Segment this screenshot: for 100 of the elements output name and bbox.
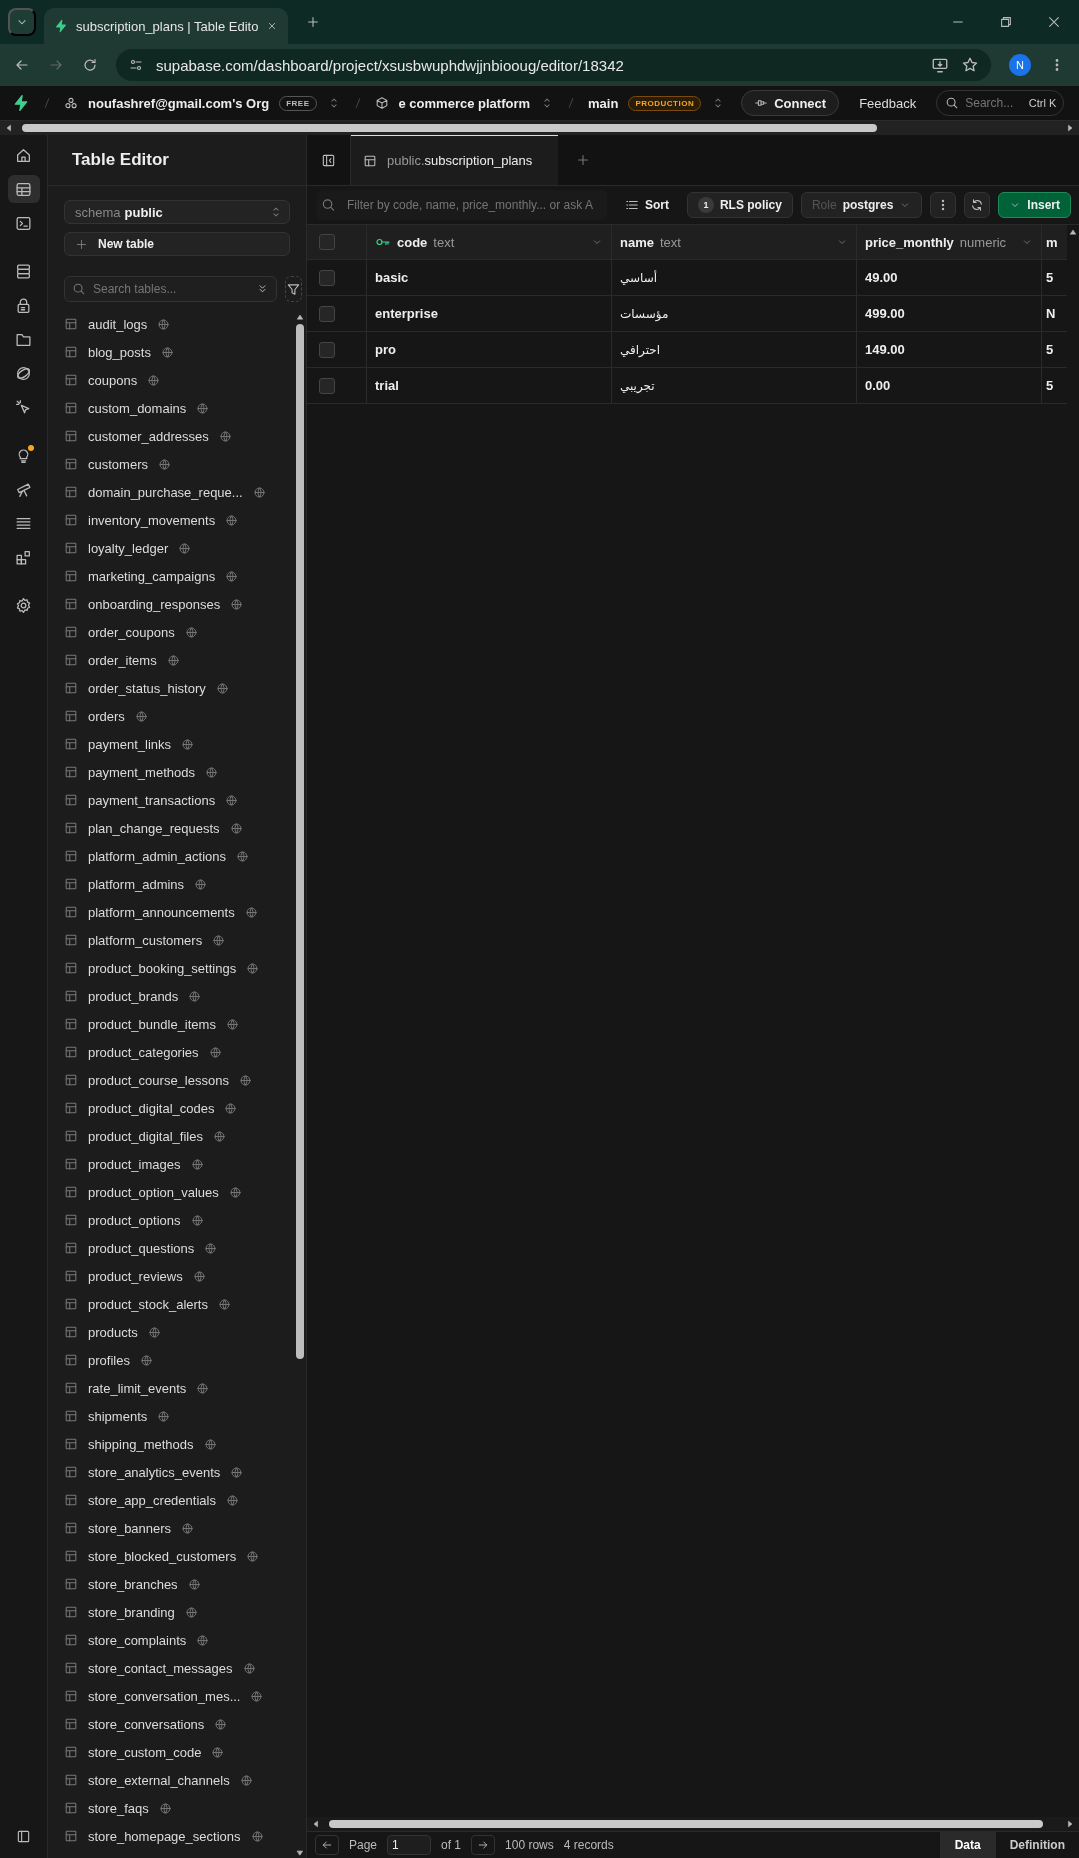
- table-list-item[interactable]: store_blocked_customers: [64, 1542, 260, 1570]
- table-list-item[interactable]: store_analytics_events: [64, 1458, 244, 1486]
- scrollbar-thumb[interactable]: [22, 124, 878, 132]
- table-list-item[interactable]: store_app_credentials: [64, 1486, 239, 1514]
- column-header[interactable]: code text: [367, 225, 612, 259]
- new-table-button[interactable]: New table: [64, 232, 290, 256]
- table-list-item[interactable]: domain_purchase_reque...: [64, 478, 266, 506]
- table-list-item[interactable]: store_complaints: [64, 1626, 210, 1654]
- table-list-item[interactable]: onboarding_responses: [64, 590, 244, 618]
- table-list-item[interactable]: inventory_movements: [64, 506, 239, 534]
- table-list-item[interactable]: product_booking_settings: [64, 954, 260, 982]
- checkbox[interactable]: [319, 341, 335, 358]
- profile-avatar[interactable]: N: [1009, 54, 1031, 76]
- table-list-item[interactable]: product_digital_codes: [64, 1094, 238, 1122]
- table-list-item[interactable]: product_brands: [64, 982, 202, 1010]
- table-list-item[interactable]: profiles: [64, 1346, 153, 1374]
- table-list-item[interactable]: shipments: [64, 1402, 171, 1430]
- table-list-item[interactable]: product_images: [64, 1150, 204, 1178]
- rows-per-page[interactable]: 100 rows: [505, 1838, 554, 1852]
- connect-button[interactable]: Connect: [741, 90, 840, 116]
- checkbox[interactable]: [319, 377, 335, 394]
- table-list-item[interactable]: marketing_campaigns: [64, 562, 239, 590]
- table-list-item[interactable]: store_faqs: [64, 1794, 172, 1822]
- view-tab[interactable]: Definition: [994, 1832, 1079, 1858]
- table-list-item[interactable]: product_categories: [64, 1038, 222, 1066]
- table-list-item[interactable]: custom_domains: [64, 394, 210, 422]
- globe-icon: [157, 457, 171, 471]
- column-header[interactable]: price_monthly numeric: [857, 225, 1042, 259]
- table-list-item[interactable]: store_branding: [64, 1598, 198, 1626]
- project-name[interactable]: e commerce platform: [398, 95, 531, 111]
- table-list-item[interactable]: product_questions: [64, 1234, 218, 1262]
- organization-name[interactable]: noufashref@gmail.com's Org: [88, 95, 270, 111]
- scrollbar-thumb[interactable]: [296, 324, 304, 1359]
- rls-policy-button[interactable]: 1 RLS policy: [686, 192, 793, 218]
- address-bar[interactable]: supabase.com/dashboard/project/xsusbwuphdwjjnbiooug/editor/18342: [116, 49, 991, 81]
- table-list-item[interactable]: platform_customers: [64, 926, 226, 954]
- table-list-item[interactable]: blog_posts: [64, 338, 174, 366]
- table-list-item[interactable]: store_branches: [64, 1570, 201, 1598]
- nav-button[interactable]: [7, 175, 40, 203]
- table-list-item[interactable]: customers: [64, 450, 171, 478]
- table-list-item[interactable]: platform_admin_actions: [64, 842, 250, 870]
- column-header[interactable]: m: [1046, 234, 1058, 250]
- table-list-item[interactable]: rate_limit_events: [64, 1374, 210, 1402]
- sort-button[interactable]: Sort: [614, 192, 679, 218]
- table-list-item[interactable]: orders: [64, 702, 148, 730]
- schema-select[interactable]: schema public: [64, 200, 290, 224]
- page-field[interactable]: 1: [387, 1835, 432, 1855]
- checkbox[interactable]: [319, 305, 335, 322]
- previous-page-button[interactable]: [315, 1835, 339, 1855]
- table-list-item[interactable]: product_options: [64, 1206, 204, 1234]
- table-icon: [64, 625, 78, 639]
- table-list-item[interactable]: order_items: [64, 646, 180, 674]
- filter-field[interactable]: Filter by code, name, price_monthly... or ask A: [317, 190, 607, 220]
- branch-name[interactable]: main: [588, 95, 619, 111]
- table-list-item[interactable]: store_conversations: [64, 1710, 228, 1738]
- table-icon: [64, 1241, 78, 1255]
- checkbox[interactable]: [319, 269, 335, 286]
- table-list-item[interactable]: product_stock_alerts: [64, 1290, 231, 1318]
- table-list-item[interactable]: product_digital_files: [64, 1122, 226, 1150]
- table-list-item[interactable]: shipping_methods: [64, 1430, 217, 1458]
- table-list-item[interactable]: coupons: [64, 366, 161, 394]
- tab-search-button[interactable]: [8, 8, 36, 36]
- table-list-item[interactable]: loyalty_ledger: [64, 534, 192, 562]
- table-list-item[interactable]: platform_announcements: [64, 898, 258, 926]
- next-page-button[interactable]: [471, 1835, 496, 1855]
- insert-button[interactable]: Insert: [998, 192, 1071, 218]
- table-list-item[interactable]: product_bundle_items: [64, 1010, 239, 1038]
- refresh-button[interactable]: [964, 192, 991, 218]
- table-list-item[interactable]: payment_methods: [64, 758, 218, 786]
- table-list-item[interactable]: store_contact_messages: [64, 1654, 256, 1682]
- table-icon: [64, 1689, 78, 1703]
- feedback-button[interactable]: Feedback: [849, 95, 927, 111]
- table-list-item[interactable]: store_homepage_sections: [64, 1822, 264, 1850]
- table-list-item[interactable]: products: [64, 1318, 161, 1346]
- globe-icon: [188, 989, 202, 1003]
- table-list-item[interactable]: store_custom_code: [64, 1738, 225, 1766]
- table-list-item[interactable]: payment_links: [64, 730, 195, 758]
- filter-button[interactable]: [285, 276, 302, 302]
- table-list-item[interactable]: store_conversation_mes...: [64, 1682, 264, 1710]
- table-list-item[interactable]: plan_change_requests: [64, 814, 243, 842]
- editor-tab[interactable]: public.subscription_plans: [351, 135, 559, 185]
- browser-tab[interactable]: subscription_plans | Table Edito: [44, 8, 289, 44]
- table-list-item[interactable]: product_reviews: [64, 1262, 206, 1290]
- search-field[interactable]: Search tables...: [64, 276, 277, 302]
- table-list-item[interactable]: store_external_channels: [64, 1766, 253, 1794]
- table-list-item[interactable]: product_course_lessons: [64, 1066, 252, 1094]
- table-icon: [64, 597, 78, 611]
- table-list-item[interactable]: order_coupons: [64, 618, 198, 646]
- view-tab[interactable]: Data: [939, 1832, 995, 1858]
- checkbox[interactable]: [319, 234, 335, 250]
- table-list-item[interactable]: store_banners: [64, 1514, 195, 1542]
- table-list-item[interactable]: platform_admins: [64, 870, 208, 898]
- table-list-item[interactable]: customer_addresses: [64, 422, 232, 450]
- table-list-item[interactable]: order_status_history: [64, 674, 229, 702]
- table-list-item[interactable]: payment_transactions: [64, 786, 239, 814]
- column-header[interactable]: name text: [612, 225, 857, 259]
- table-icon: [64, 1465, 78, 1479]
- table-list-item[interactable]: audit_logs: [64, 310, 171, 338]
- scrollbar-thumb[interactable]: [329, 1820, 1043, 1828]
- table-list-item[interactable]: product_option_values: [64, 1178, 242, 1206]
